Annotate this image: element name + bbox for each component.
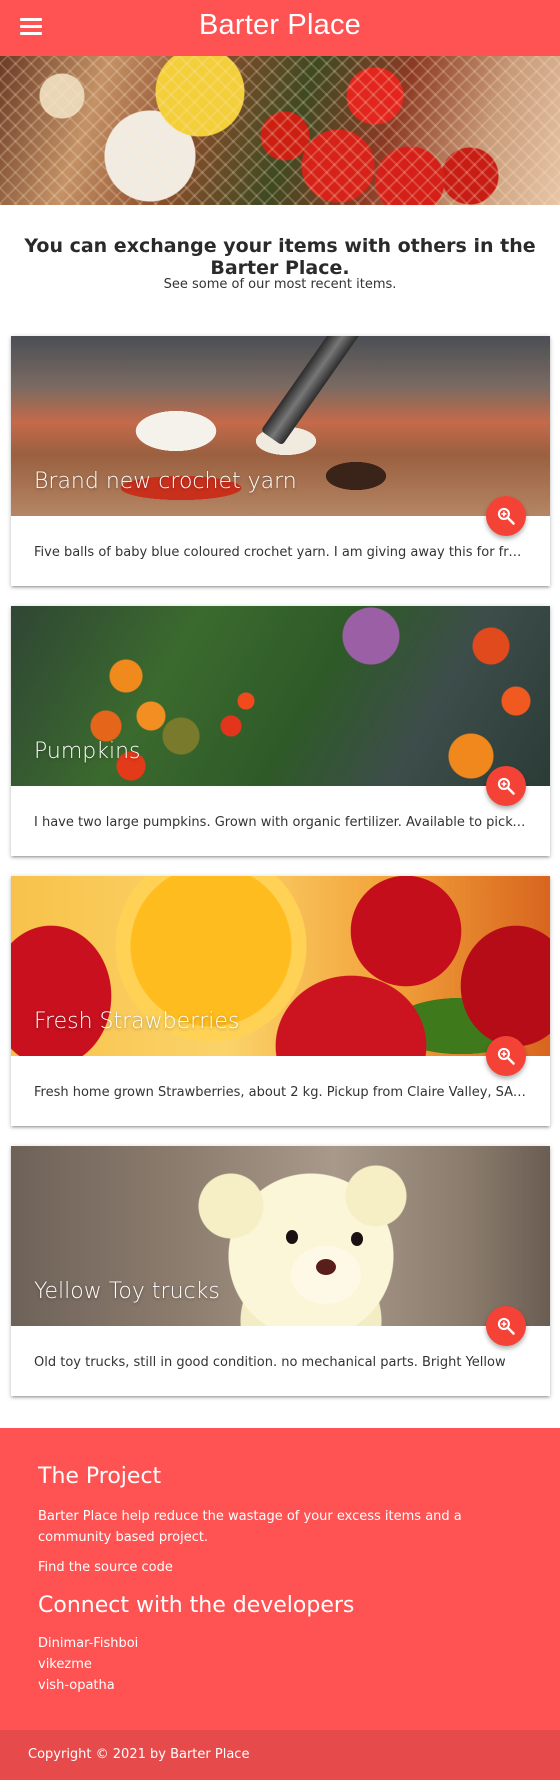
item-card: Fresh Strawberries Fresh home grown Stra… bbox=[11, 876, 550, 1126]
zoom-in-icon bbox=[497, 507, 515, 525]
view-item-button[interactable] bbox=[486, 1036, 526, 1076]
footer-copyright-bar: Copyright © 2021 by Barter Place bbox=[0, 1730, 560, 1780]
item-card: Yellow Toy trucks Old toy trucks, still … bbox=[11, 1146, 550, 1396]
item-card: Brand new crochet yarn Five balls of bab… bbox=[11, 336, 550, 586]
card-description: I have two large pumpkins. Grown with or… bbox=[34, 815, 527, 830]
page-footer: The Project Barter Place help reduce the… bbox=[0, 1428, 560, 1730]
card-title: Yellow Toy trucks bbox=[34, 1279, 220, 1304]
card-image: Yellow Toy trucks bbox=[11, 1146, 550, 1326]
card-description: Old toy trucks, still in good condition.… bbox=[34, 1355, 506, 1370]
card-description: Fresh home grown Strawberries, about 2 k… bbox=[34, 1085, 527, 1100]
card-title: Fresh Strawberries bbox=[34, 1009, 240, 1034]
card-title: Pumpkins bbox=[34, 739, 141, 764]
project-heading: The Project bbox=[38, 1464, 162, 1489]
project-description: Barter Place help reduce the wastage of … bbox=[38, 1509, 462, 1545]
card-image: Fresh Strawberries bbox=[11, 876, 550, 1056]
developer-link[interactable]: vish-opatha bbox=[38, 1678, 115, 1693]
source-code-link[interactable]: Find the source code bbox=[38, 1560, 173, 1575]
top-navbar: Barter Place bbox=[0, 0, 560, 56]
copyright-text: Copyright © 2021 by Barter Place bbox=[28, 1747, 250, 1762]
zoom-in-icon bbox=[497, 1317, 515, 1335]
card-description: Five balls of baby blue coloured crochet… bbox=[34, 545, 527, 560]
intro-subtitle: See some of our most recent items. bbox=[163, 277, 397, 292]
hero-banner-image bbox=[0, 56, 560, 205]
developers-heading: Connect with the developers bbox=[38, 1593, 355, 1618]
developer-link[interactable]: Dinimar-Fishboi bbox=[38, 1636, 138, 1651]
intro-title: You can exchange your items with others … bbox=[24, 235, 536, 279]
card-image: Brand new crochet yarn bbox=[11, 336, 550, 516]
view-item-button[interactable] bbox=[486, 1306, 526, 1346]
developer-link[interactable]: vikezme bbox=[38, 1657, 92, 1672]
item-card: Pumpkins I have two large pumpkins. Grow… bbox=[11, 606, 550, 856]
view-item-button[interactable] bbox=[486, 766, 526, 806]
view-item-button[interactable] bbox=[486, 496, 526, 536]
zoom-in-icon bbox=[497, 777, 515, 795]
brand-logo[interactable]: Barter Place bbox=[0, 9, 560, 42]
zoom-in-icon bbox=[497, 1047, 515, 1065]
card-image: Pumpkins bbox=[11, 606, 550, 786]
card-title: Brand new crochet yarn bbox=[34, 469, 297, 494]
